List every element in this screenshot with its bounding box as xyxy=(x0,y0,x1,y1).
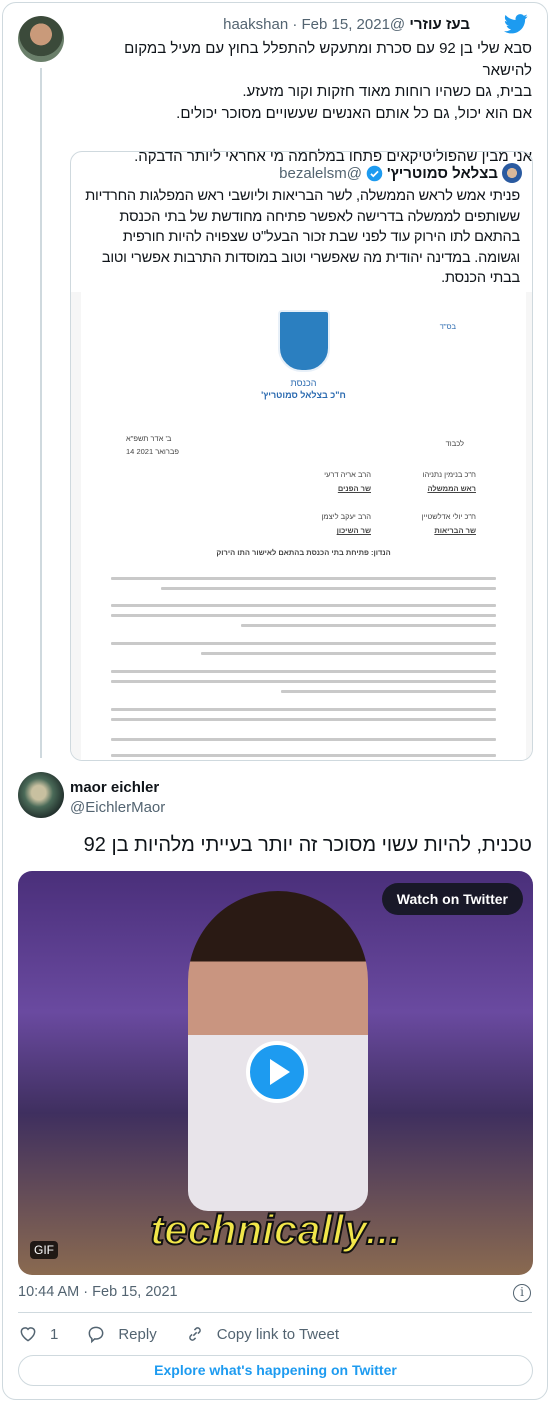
copy-link-button[interactable]: Copy link to Tweet xyxy=(217,1326,339,1343)
tweet-timestamp[interactable]: 10:44 AM · Feb 15, 2021 xyxy=(18,1284,178,1300)
document-image[interactable]: בס"ד הכנסת ח"כ בצלאל סמוטריץ' ב' אדר תשפ… xyxy=(71,292,532,760)
author-name[interactable]: בעז עוזרי xyxy=(409,16,470,33)
quoted-tweet[interactable]: בצלאל סמוטריץ' @bezalelsm פניתי אמש לראש… xyxy=(70,151,533,761)
quote-handle: @bezalelsm xyxy=(279,164,362,182)
tweet-header: בעז עוזרי @haakshan · Feb 15, 2021 xyxy=(223,16,470,33)
quote-avatar xyxy=(502,163,522,183)
gif-badge: GIF xyxy=(30,1241,58,1259)
reply-author-handle[interactable]: @EichlerMaor xyxy=(70,799,165,816)
watch-on-twitter-button[interactable]: Watch on Twitter xyxy=(381,883,523,915)
reply-button[interactable]: Reply xyxy=(118,1326,156,1343)
play-button[interactable] xyxy=(246,1041,308,1103)
gif-caption: technically... xyxy=(149,1205,402,1254)
reply-icon[interactable] xyxy=(86,1324,106,1344)
reply-author-name[interactable]: maor eichler xyxy=(70,779,159,796)
tweet-text: סבא שלי בן 92 עם סכרת ומתעקש להתפלל בחוץ… xyxy=(124,40,532,165)
quote-author-name: בצלאל סמוטריץ' xyxy=(386,164,498,182)
tweet-date[interactable]: Feb 15, 2021 xyxy=(302,16,390,33)
quote-header: בצלאל סמוטריץ' @bezalelsm xyxy=(279,163,522,183)
reply-avatar[interactable] xyxy=(18,772,64,818)
info-icon[interactable]: i xyxy=(513,1284,531,1302)
gif-media[interactable]: Watch on Twitter technically... GIF xyxy=(18,871,533,1275)
twitter-logo-icon[interactable] xyxy=(504,14,528,34)
quote-text: פניתי אמש לראש הממשלה, לשר הבריאות וליוש… xyxy=(77,186,520,289)
tweet-actions: 1 Reply Copy link to Tweet xyxy=(18,1324,339,1344)
heart-icon[interactable] xyxy=(18,1324,38,1344)
thread-line xyxy=(40,68,42,758)
link-icon[interactable] xyxy=(185,1324,205,1344)
reply-text: טכנית, להיות עשוי מסוכר זה יותר בעייתי מ… xyxy=(83,834,532,856)
like-count[interactable]: 1 xyxy=(50,1326,58,1343)
divider xyxy=(18,1312,532,1313)
explore-button[interactable]: Explore what's happening on Twitter xyxy=(18,1355,533,1386)
knesset-emblem xyxy=(278,310,330,372)
avatar[interactable] xyxy=(18,16,64,62)
verified-badge-icon xyxy=(366,165,383,181)
play-icon xyxy=(270,1059,290,1085)
